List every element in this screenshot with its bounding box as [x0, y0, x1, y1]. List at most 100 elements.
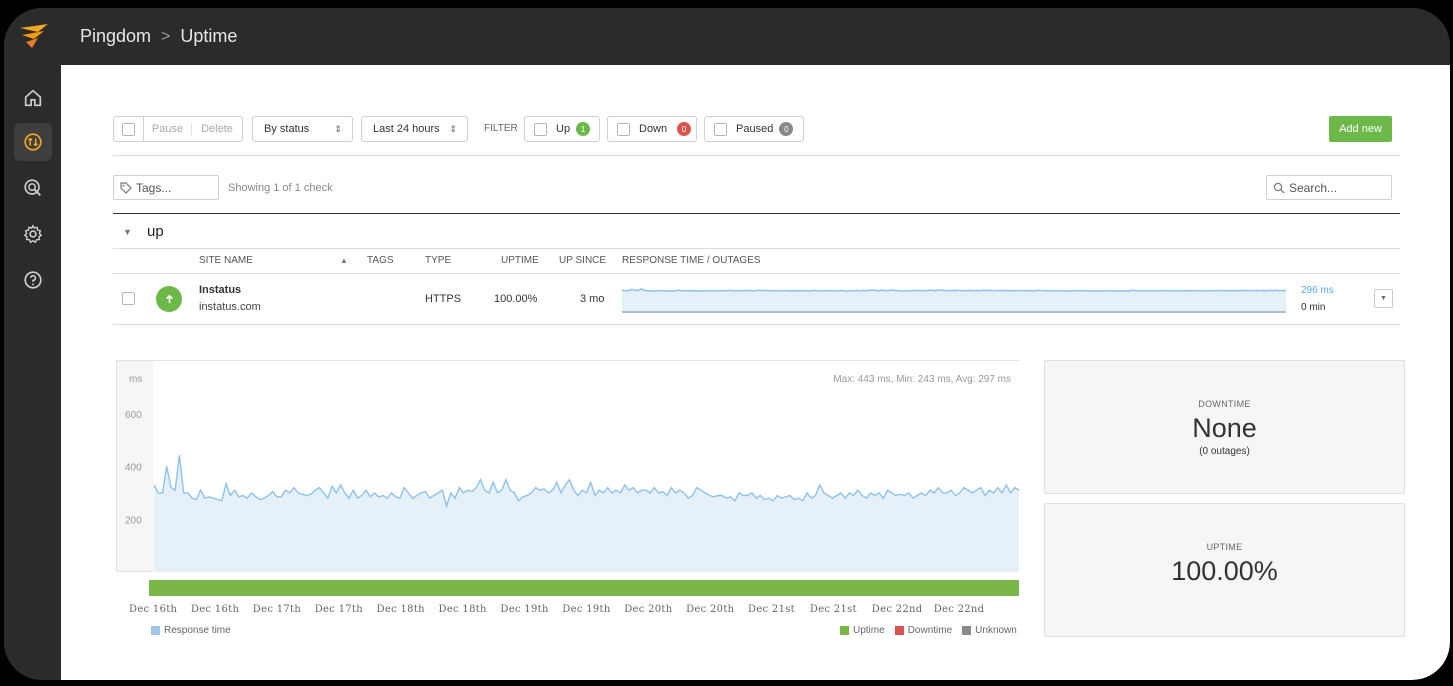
- sidebar-item-monitoring[interactable]: [14, 169, 52, 207]
- uptime-icon: [24, 133, 42, 151]
- x-tick-label: Dec 17th: [253, 604, 302, 615]
- breadcrumb-page: Uptime: [180, 26, 238, 46]
- collapse-triangle-icon[interactable]: ▼: [123, 227, 132, 237]
- legend-swatch: [840, 626, 849, 635]
- pause-button[interactable]: Pause: [144, 123, 192, 135]
- select-all-checkbox[interactable]: [114, 117, 144, 141]
- row-checkbox[interactable]: [122, 292, 135, 305]
- check-response-time[interactable]: 296 ms: [1301, 285, 1334, 296]
- select-arrows-icon: ⇕: [334, 123, 342, 134]
- legend-response-time: Response time: [151, 625, 231, 636]
- filter-down-label: Down: [639, 123, 668, 135]
- legend-swatch: [962, 626, 972, 635]
- select-arrows-icon: ⇕: [449, 123, 457, 134]
- filter-paused[interactable]: Paused 0: [704, 116, 804, 142]
- filter-paused-checkbox[interactable]: [714, 122, 727, 136]
- x-tick-label: Dec 18th: [439, 604, 488, 615]
- help-icon: [24, 271, 42, 289]
- search-row: Tags... Showing 1 of 1 check Search...: [113, 162, 1400, 214]
- bulk-actions: Pause Delete: [113, 116, 243, 142]
- filter-down-checkbox[interactable]: [617, 122, 630, 136]
- filter-label: FILTER: [484, 123, 518, 134]
- check-uptime: 100.00%: [494, 293, 538, 305]
- col-type[interactable]: TYPE: [425, 255, 451, 266]
- uptime-status-bar: [149, 580, 1019, 596]
- downtime-caption: DOWNTIME: [1198, 399, 1251, 409]
- breadcrumb: Pingdom > Uptime: [80, 26, 237, 47]
- check-name[interactable]: Instatus: [199, 284, 241, 296]
- tags-filter-input[interactable]: Tags...: [113, 175, 219, 200]
- sparkline-area: [622, 288, 1286, 311]
- filter-up-label: Up: [556, 123, 571, 135]
- legend-label: Unknown: [975, 625, 1017, 636]
- header: Pingdom > Uptime: [4, 8, 1450, 65]
- sidebar-item-settings[interactable]: [14, 215, 52, 253]
- x-tick-label: Dec 21st: [748, 604, 795, 615]
- group-header[interactable]: ▼ up: [113, 215, 1400, 249]
- solarwinds-logo-icon[interactable]: [18, 22, 50, 50]
- x-tick-label: Dec 16th: [191, 604, 240, 615]
- search-placeholder: Search...: [1289, 180, 1338, 195]
- filter-down[interactable]: Down 0: [607, 116, 697, 142]
- sidebar-item-home[interactable]: [14, 79, 52, 117]
- x-tick-label: Dec 22nd: [872, 604, 923, 615]
- chart-stats: Max: 443 ms, Min: 243 ms, Avg: 297 ms: [833, 374, 1011, 385]
- downtime-value: None: [1192, 413, 1257, 443]
- check-type: HTTPS: [425, 293, 462, 305]
- sidebar-item-help[interactable]: [14, 261, 52, 299]
- filter-down-count: 0: [677, 122, 692, 136]
- x-tick-label: Dec 16th: [129, 604, 178, 615]
- cursor-target-icon: [24, 179, 41, 196]
- col-site-name[interactable]: SITE NAME: [199, 255, 253, 266]
- legend-unknown: Unknown: [962, 625, 1017, 636]
- y-tick-label: 200: [125, 515, 142, 526]
- legend-label: Response time: [164, 625, 231, 636]
- home-icon: [24, 89, 42, 107]
- x-tick-label: Dec 18th: [377, 604, 426, 615]
- sidebar-item-uptime[interactable]: [14, 123, 52, 161]
- time-range-select[interactable]: Last 24 hours ⇕: [361, 116, 468, 142]
- col-response-time[interactable]: RESPONSE TIME / OUTAGES: [622, 255, 761, 266]
- delete-button[interactable]: Delete: [192, 123, 242, 135]
- x-axis-labels: Dec 16th Dec 16th Dec 17th Dec 17th Dec 18th…: [129, 604, 984, 615]
- uptime-value: 100.00%: [1171, 556, 1278, 586]
- filter-paused-label: Paused: [736, 123, 774, 135]
- response-sparkline: [622, 280, 1286, 316]
- y-axis-label: ms: [129, 374, 142, 385]
- add-new-button[interactable]: Add new: [1329, 116, 1392, 142]
- tags-placeholder: Tags...: [136, 180, 172, 195]
- legend-swatch: [151, 626, 160, 635]
- time-range-value: Last 24 hours: [373, 123, 440, 135]
- sidebar: [4, 65, 61, 680]
- col-uptime[interactable]: UPTIME: [501, 255, 539, 266]
- legend-downtime: Downtime: [894, 625, 953, 636]
- group-label: up: [147, 223, 164, 240]
- response-time-plot: ms 600 400 200 Max: 443 ms, Min: 243 ms, Avg…: [125, 361, 1021, 573]
- row-menu-dropdown[interactable]: ▼: [1374, 289, 1393, 308]
- tag-icon: [120, 182, 132, 194]
- filter-paused-count: 0: [779, 122, 794, 136]
- showing-count: Showing 1 of 1 check: [228, 182, 333, 194]
- response-time-chart: ms 600 400 200 Max: 443 ms, Min: 243 ms, Avg…: [116, 360, 1021, 573]
- breadcrumb-separator: >: [161, 27, 171, 45]
- table-row[interactable]: Instatus instatus.com HTTPS 100.00% 3 mo…: [113, 274, 1400, 325]
- check-up-since: 3 mo: [580, 293, 605, 305]
- toolbar: Pause Delete By status ⇕ Last 24 hours ⇕…: [113, 116, 1400, 156]
- legend-uptime: Uptime: [840, 625, 885, 636]
- uptime-bar-segment[interactable]: [149, 580, 1019, 596]
- filter-up-checkbox[interactable]: [534, 122, 547, 136]
- breadcrumb-app[interactable]: Pingdom: [80, 26, 151, 47]
- x-tick-label: Dec 17th: [315, 604, 364, 615]
- x-tick-label: Dec 21st: [810, 604, 857, 615]
- legend-label: Downtime: [907, 625, 953, 636]
- y-tick-label: 400: [125, 463, 142, 474]
- filter-up[interactable]: Up 1: [524, 116, 600, 142]
- check-outage-time: 0 min: [1301, 302, 1326, 313]
- sort-asc-icon[interactable]: ▲: [340, 256, 348, 265]
- col-tags[interactable]: TAGS: [367, 255, 393, 266]
- search-icon: [1273, 182, 1285, 194]
- search-input[interactable]: Search...: [1266, 175, 1392, 200]
- x-tick-label: Dec 20th: [624, 604, 673, 615]
- col-up-since[interactable]: UP SINCE: [559, 255, 606, 266]
- sort-select[interactable]: By status ⇕: [252, 116, 353, 142]
